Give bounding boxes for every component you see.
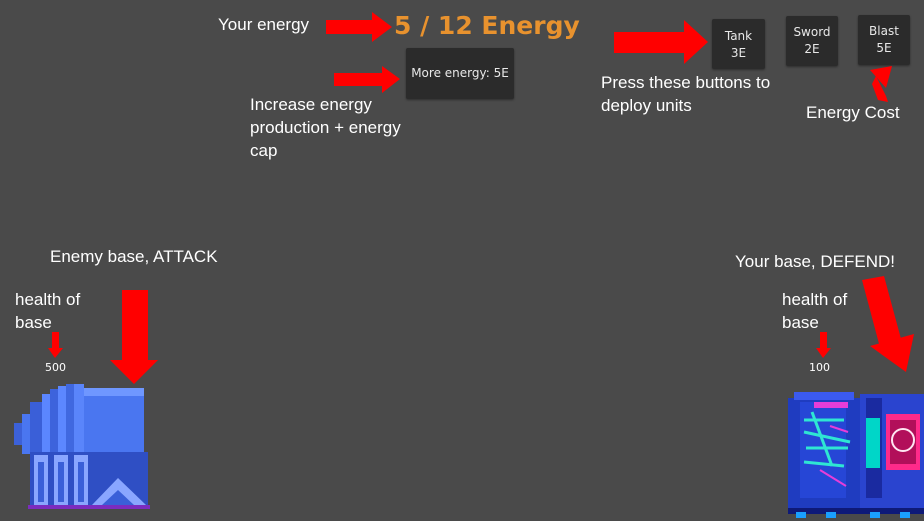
player-base-building[interactable] <box>788 392 924 518</box>
arrow-to-energy-cost-icon <box>870 66 892 102</box>
arrow-to-player-health-icon <box>816 332 831 358</box>
arrow-to-more-energy-icon <box>334 66 400 93</box>
arrow-to-unit-buttons-icon <box>614 20 708 64</box>
arrow-to-enemy-health-icon <box>48 332 63 358</box>
scene-overlay <box>14 12 924 518</box>
enemy-base-building[interactable] <box>14 384 150 509</box>
arrow-to-enemy-base-icon <box>110 290 158 384</box>
arrow-to-player-base-icon <box>862 276 914 372</box>
arrow-to-energy-icon <box>326 12 392 42</box>
